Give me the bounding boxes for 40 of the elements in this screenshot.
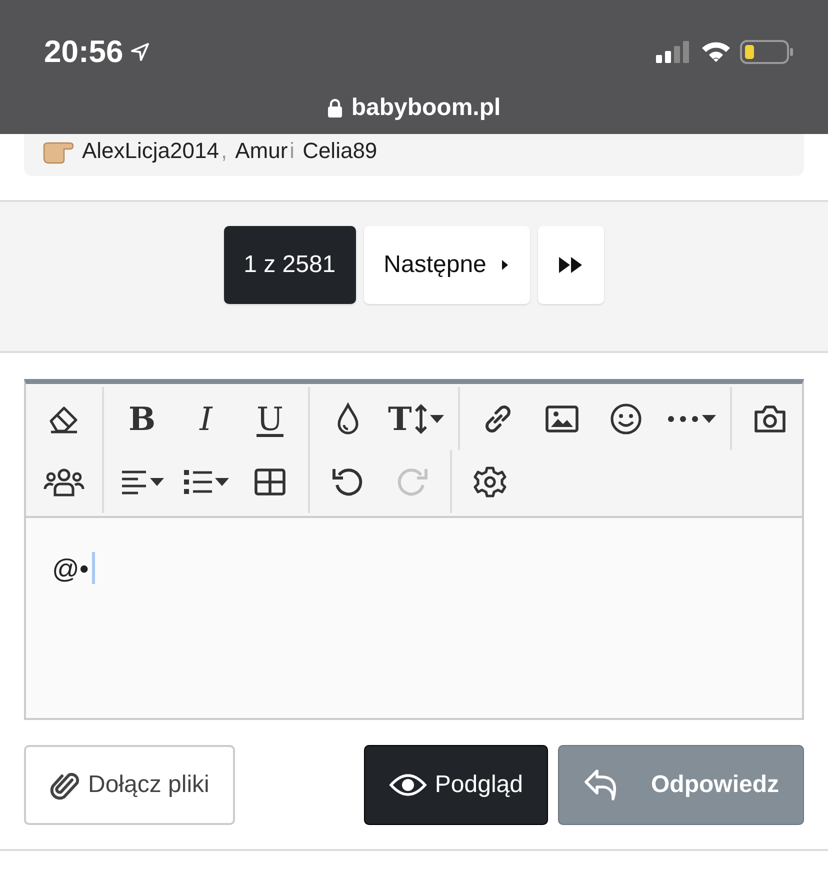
drop-icon bbox=[335, 402, 361, 436]
preview-button[interactable]: Podgląd bbox=[364, 745, 548, 825]
fast-forward-icon bbox=[558, 256, 584, 274]
next-page-button[interactable]: Następne bbox=[364, 226, 530, 304]
italic-button[interactable]: I bbox=[178, 390, 234, 446]
bold-button[interactable]: B bbox=[114, 390, 170, 446]
settings-icon bbox=[473, 464, 507, 498]
users-icon bbox=[43, 466, 85, 496]
more-icon bbox=[666, 414, 700, 424]
user-name[interactable]: AlexLicja2014 bbox=[82, 138, 219, 164]
caret-icon bbox=[500, 258, 510, 272]
location-arrow-icon bbox=[129, 41, 152, 63]
message-text-area[interactable]: @• bbox=[26, 518, 802, 718]
caret-icon bbox=[215, 478, 229, 486]
smiley-icon bbox=[608, 402, 643, 436]
separator-text: , bbox=[220, 138, 228, 164]
clock-time: 20:56 bbox=[44, 34, 124, 70]
page-indicator[interactable]: 1 z 2581 bbox=[224, 226, 356, 304]
last-page-button[interactable] bbox=[538, 226, 604, 304]
eye-icon bbox=[388, 772, 427, 798]
wifi-icon bbox=[700, 40, 732, 64]
align-left-icon bbox=[120, 468, 148, 496]
underline-button[interactable]: U bbox=[242, 390, 298, 446]
signal-icon bbox=[656, 40, 692, 64]
caret-icon bbox=[702, 414, 716, 422]
url-text: babyboom.pl bbox=[351, 94, 501, 122]
user-name[interactable]: Amur bbox=[235, 138, 288, 164]
caret-icon bbox=[150, 478, 164, 486]
textsize-button[interactable]: T bbox=[384, 390, 448, 446]
list-icon bbox=[183, 468, 213, 496]
up-down-arrow-icon bbox=[414, 402, 428, 434]
lock-icon bbox=[327, 98, 344, 118]
image-icon bbox=[544, 404, 579, 432]
caret-icon bbox=[430, 414, 444, 422]
attach-files-button[interactable]: Dołącz pliki bbox=[24, 745, 236, 825]
table-icon bbox=[254, 468, 286, 496]
separator-text: i bbox=[290, 138, 295, 164]
battery-icon bbox=[740, 39, 794, 65]
camera-icon bbox=[752, 404, 787, 434]
user-name[interactable]: Celia89 bbox=[302, 138, 378, 164]
